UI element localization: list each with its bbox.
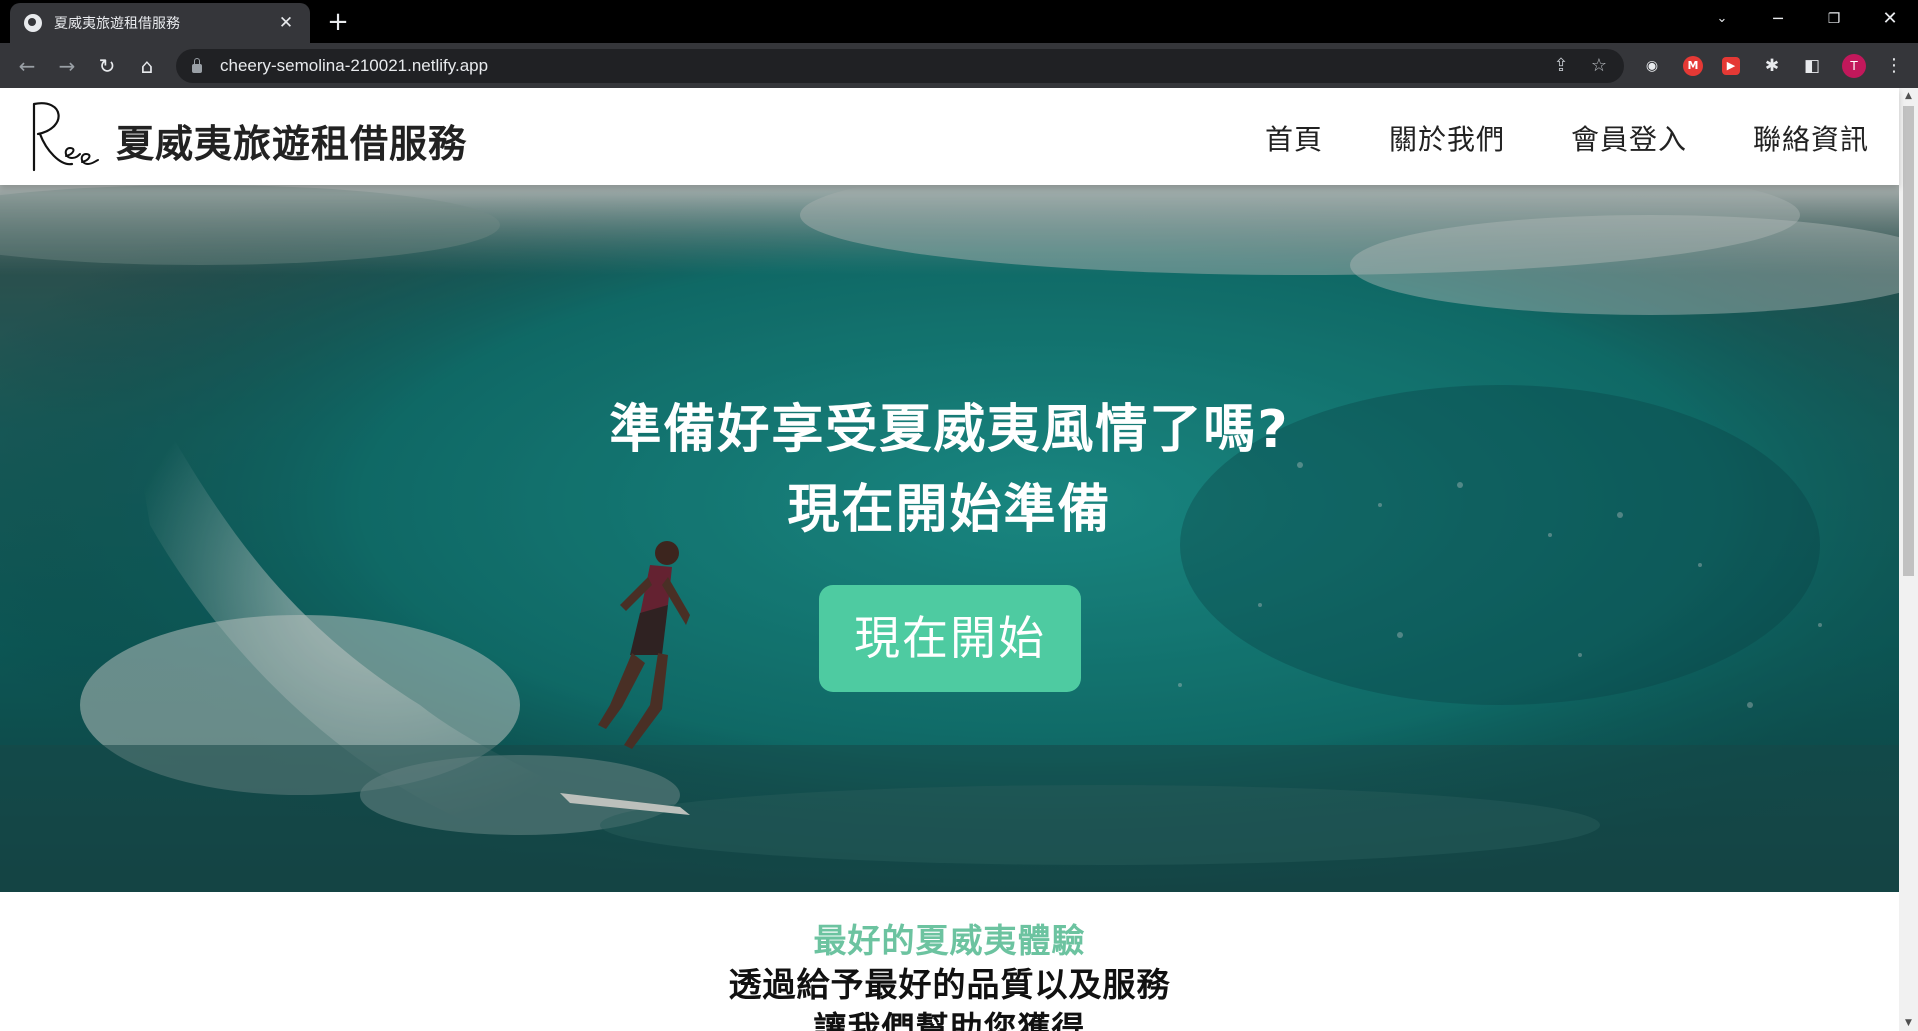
browser-chrome: 夏威夷旅遊租借服務 ✕ + ⌄ ─ ❐ ✕ ← → ↻ ⌂ cheery-sem… [0, 0, 1918, 88]
extension-icon[interactable]: ◉ [1638, 52, 1666, 80]
logo[interactable] [16, 94, 106, 178]
forward-icon[interactable]: → [50, 49, 84, 83]
address-bar[interactable]: cheery-semolina-210021.netlify.app ⇪ ☆ [176, 49, 1624, 83]
tab-strip: 夏威夷旅遊租借服務 ✕ + ⌄ ─ ❐ ✕ [0, 0, 1918, 43]
start-now-button[interactable]: 現在開始 [819, 585, 1081, 692]
site-brand-title[interactable]: 夏威夷旅遊租借服務 [116, 113, 467, 168]
side-panel-icon[interactable]: ◧ [1798, 52, 1826, 80]
home-icon[interactable]: ⌂ [130, 49, 164, 83]
browser-tab[interactable]: 夏威夷旅遊租借服務 ✕ [10, 3, 310, 43]
star-icon[interactable]: ☆ [1584, 49, 1614, 83]
hero-title-line1: 準備好享受夏威夷風情了嗎? [609, 400, 1290, 460]
url-text: cheery-semolina-210021.netlify.app [220, 56, 489, 75]
page-viewport: 夏威夷旅遊租借服務 首頁 關於我們 會員登入 聯絡資訊 準備好享受夏威夷風情了嗎… [0, 88, 1918, 1031]
hero-title: 準備好享受夏威夷風情了嗎? 現在開始準備 [0, 390, 1899, 550]
scroll-down-icon[interactable]: ▼ [1899, 1015, 1918, 1031]
menu-icon[interactable]: ⋮ [1880, 52, 1908, 80]
site-header: 夏威夷旅遊租借服務 首頁 關於我們 會員登入 聯絡資訊 [0, 88, 1899, 185]
lock-icon[interactable] [192, 58, 202, 73]
reload-icon[interactable]: ↻ [90, 49, 124, 83]
extensions-icon[interactable]: ✱ [1758, 52, 1786, 80]
share-icon[interactable]: ⇪ [1546, 49, 1576, 83]
nav-contact[interactable]: 聯絡資訊 [1753, 118, 1869, 158]
close-tab-icon[interactable]: ✕ [276, 13, 296, 33]
hero-title-line2: 現在開始準備 [787, 480, 1112, 540]
globe-icon [24, 14, 42, 32]
scroll-up-icon[interactable]: ▲ [1899, 88, 1918, 104]
browser-toolbar: ← → ↻ ⌂ cheery-semolina-210021.netlify.a… [0, 43, 1918, 88]
page-scrollbar[interactable]: ▲ ▼ [1899, 88, 1918, 1031]
scrollbar-thumb[interactable] [1903, 106, 1914, 576]
section-line-2: 讓我們幫助您獲得 [813, 1009, 1086, 1031]
section-eyebrow: 最好的夏威夷體驗 [813, 921, 1086, 960]
site-nav: 首頁 關於我們 會員登入 聯絡資訊 [1199, 118, 1869, 158]
section-line-1: 透過給予最好的品質以及服務 [728, 965, 1171, 1004]
hero-section: 準備好享受夏威夷風情了嗎? 現在開始準備 現在開始 [0, 185, 1899, 892]
nav-login[interactable]: 會員登入 [1571, 118, 1687, 158]
nav-about[interactable]: 關於我們 [1389, 118, 1505, 158]
close-window-icon[interactable]: ✕ [1862, 0, 1918, 40]
tab-search-icon[interactable]: ⌄ [1694, 0, 1750, 40]
nav-home[interactable]: 首頁 [1265, 118, 1323, 158]
restore-icon[interactable]: ❐ [1806, 0, 1862, 40]
extension-red-icon[interactable]: ▶ [1722, 57, 1740, 75]
extension-m-icon[interactable]: M [1683, 56, 1703, 76]
tab-title: 夏威夷旅遊租借服務 [54, 16, 180, 32]
profile-avatar[interactable]: T [1842, 54, 1866, 78]
back-icon[interactable]: ← [10, 49, 44, 83]
new-tab-button[interactable]: + [322, 6, 354, 38]
minimize-icon[interactable]: ─ [1750, 0, 1806, 40]
intro-section: 最好的夏威夷體驗 透過給予最好的品質以及服務 讓我們幫助您獲得 [0, 892, 1899, 1031]
